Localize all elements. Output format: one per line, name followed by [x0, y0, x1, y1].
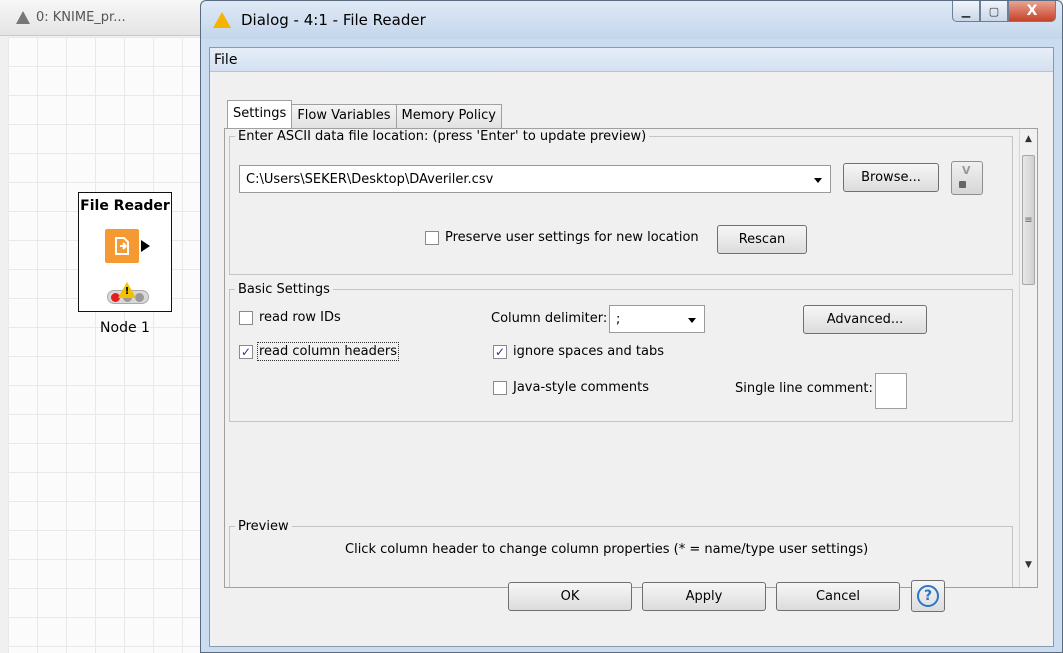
workflow-tab-label: 0: KNIME_pr... — [36, 10, 126, 25]
cancel-button[interactable]: Cancel — [776, 582, 900, 611]
single-line-comment-input[interactable] — [875, 373, 907, 409]
tab-memory-policy[interactable]: Memory Policy — [395, 104, 502, 128]
file-location-legend: Enter ASCII data file location: (press '… — [238, 129, 647, 144]
read-column-headers-checkbox[interactable]: ✓ read column headers — [239, 342, 399, 361]
file-path-combo[interactable]: C:\Users\SEKER\Desktop\DAveriler.csv — [239, 165, 831, 193]
workflow-editor-tab[interactable]: 0: KNIME_pr... — [0, 0, 200, 36]
tab-flow-variables[interactable]: Flow Variables — [291, 104, 397, 128]
file-path-value: C:\Users\SEKER\Desktop\DAveriler.csv — [246, 171, 494, 187]
dialog-title-bar[interactable]: Dialog - 4:1 - File Reader ▁ ▢ X — [201, 1, 1062, 39]
flow-variable-button[interactable]: V — [951, 161, 983, 195]
minimize-button[interactable]: ▁ — [952, 1, 980, 22]
advanced-button[interactable]: Advanced... — [803, 305, 927, 334]
read-column-headers-label: read column headers — [257, 342, 399, 361]
preserve-settings-label: Preserve user settings for new location — [445, 230, 699, 245]
java-comments-checkbox[interactable]: Java-style comments — [493, 380, 649, 395]
file-reader-node[interactable]: File Reader ! Node 1 — [78, 192, 172, 342]
dialog-title: Dialog - 4:1 - File Reader — [241, 11, 426, 29]
help-button[interactable]: ? — [911, 580, 945, 612]
java-comments-label: Java-style comments — [513, 380, 649, 395]
check-icon[interactable]: ✓ — [493, 344, 507, 359]
help-icon: ? — [917, 585, 939, 607]
scroll-grip-icon: ≡ — [1024, 214, 1033, 226]
variable-v-icon: V — [962, 164, 971, 177]
vertical-scrollbar[interactable]: ▲ ≡ ▼ — [1019, 129, 1037, 587]
scroll-up-icon[interactable]: ▲ — [1020, 131, 1037, 148]
node-label[interactable]: Node 1 — [78, 320, 172, 336]
preserve-settings-box[interactable] — [425, 230, 439, 245]
read-row-ids-checkbox[interactable]: read row IDs — [239, 310, 341, 325]
tab-settings[interactable]: Settings — [227, 100, 293, 128]
menu-file[interactable]: File — [214, 52, 237, 68]
file-location-group: Enter ASCII data file location: (press '… — [229, 129, 1013, 275]
preserve-settings-checkbox[interactable]: Preserve user settings for new location — [425, 230, 699, 245]
column-delimiter-value: ; — [616, 311, 621, 327]
file-reader-node-icon[interactable] — [105, 229, 139, 263]
browse-button[interactable]: Browse... — [843, 163, 939, 192]
node-title: File Reader — [80, 198, 170, 214]
read-row-ids-box[interactable] — [239, 310, 253, 325]
knime-workflow-icon — [16, 11, 30, 24]
status-green-icon — [135, 293, 144, 302]
window-controls: ▁ ▢ X — [952, 1, 1056, 22]
chevron-down-icon[interactable] — [814, 178, 822, 183]
variable-dot-icon — [959, 181, 966, 188]
output-port-icon[interactable] — [141, 240, 150, 252]
file-import-icon — [115, 237, 129, 255]
single-line-comment-label: Single line comment: — [735, 381, 873, 396]
warning-mark: ! — [124, 286, 130, 297]
preview-legend: Preview — [238, 519, 289, 534]
chevron-down-icon[interactable] — [688, 318, 696, 323]
menu-bar: File — [210, 48, 1053, 72]
scroll-down-icon[interactable]: ▼ — [1020, 557, 1037, 574]
column-delimiter-combo[interactable]: ; — [609, 305, 705, 333]
check-icon[interactable]: ✓ — [239, 344, 253, 359]
ok-button[interactable]: OK — [508, 582, 632, 611]
preview-hint: Click column header to change column pro… — [345, 542, 869, 557]
close-button[interactable]: X — [1008, 1, 1056, 22]
scroll-thumb[interactable]: ≡ — [1022, 155, 1035, 285]
java-comments-box[interactable] — [493, 380, 507, 395]
dialog-content: File Settings Flow Variables Memory Poli… — [209, 47, 1054, 647]
apply-button[interactable]: Apply — [642, 582, 766, 611]
column-delimiter-label: Column delimiter: — [491, 311, 608, 326]
read-row-ids-label: read row IDs — [259, 310, 341, 325]
settings-panel: Enter ASCII data file location: (press '… — [224, 128, 1038, 588]
maximize-button[interactable]: ▢ — [980, 1, 1008, 22]
rescan-button[interactable]: Rescan — [717, 225, 807, 254]
basic-settings-legend: Basic Settings — [238, 282, 330, 297]
workflow-canvas[interactable] — [0, 37, 200, 653]
file-reader-dialog: Dialog - 4:1 - File Reader ▁ ▢ X File Se… — [200, 0, 1063, 653]
knime-warning-icon — [213, 12, 231, 28]
ignore-spaces-label: ignore spaces and tabs — [513, 344, 664, 359]
ignore-spaces-checkbox[interactable]: ✓ ignore spaces and tabs — [493, 344, 664, 359]
tab-strip: Settings Flow Variables Memory Policy — [227, 100, 502, 128]
